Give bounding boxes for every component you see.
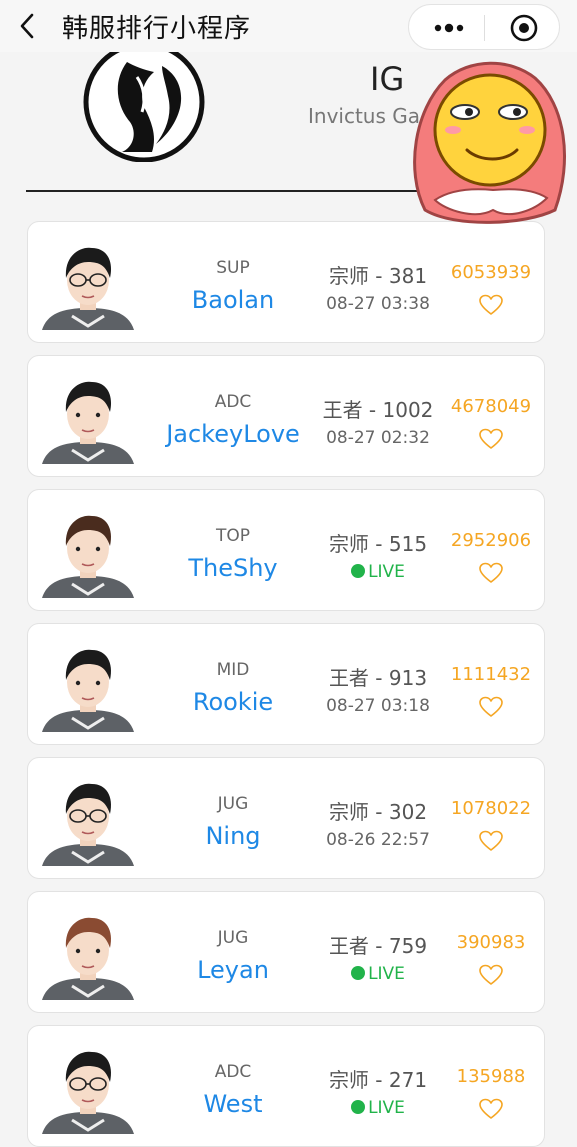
like-count: 1078022 <box>450 798 532 819</box>
player-avatar <box>42 917 134 1000</box>
heart-icon[interactable] <box>479 562 503 584</box>
player-rank: 宗师 - 381 <box>328 264 428 288</box>
last-played-time: 08-27 03:18 <box>326 696 430 716</box>
player-name[interactable]: Baolan <box>148 286 318 314</box>
player-rank: 王者 - 1002 <box>322 398 434 422</box>
player-card[interactable]: MID Rookie 王者 - 913 08-27 03:18 1111432 <box>27 623 545 745</box>
last-played-time: 08-26 22:57 <box>326 830 430 850</box>
heart-icon[interactable] <box>479 830 503 852</box>
player-rank: 王者 - 913 <box>328 666 428 690</box>
like-count: 135988 <box>456 1066 526 1087</box>
page-title: 韩服排行小程序 <box>62 14 252 44</box>
heart-icon[interactable] <box>479 428 503 450</box>
heart-icon[interactable] <box>479 1098 503 1120</box>
like-count: 6053939 <box>450 262 532 283</box>
player-card[interactable]: ADC West 宗师 - 271 LIVE 135988 <box>27 1025 545 1147</box>
live-status[interactable]: LIVE <box>313 562 443 582</box>
mini-program-capsule <box>408 4 560 50</box>
player-card[interactable]: JUG Leyan 王者 - 759 LIVE 390983 <box>27 891 545 1013</box>
heart-icon[interactable] <box>479 294 503 316</box>
capsule-divider <box>484 15 485 41</box>
heart-icon[interactable] <box>479 964 503 986</box>
player-rank: 宗师 - 515 <box>328 532 428 556</box>
last-played-time: 08-27 03:38 <box>326 294 430 314</box>
player-avatar <box>42 381 134 464</box>
emoji-sticker <box>413 61 566 224</box>
player-position: TOP <box>215 526 251 546</box>
live-dot-icon <box>351 1100 366 1114</box>
player-avatar <box>42 1051 134 1134</box>
like-count: 390983 <box>456 932 526 953</box>
heart-icon[interactable] <box>479 696 503 718</box>
player-card[interactable]: SUP Baolan 宗师 - 381 08-27 03:38 6053939 <box>27 221 545 343</box>
player-name[interactable]: Rookie <box>148 688 318 716</box>
player-avatar <box>42 783 134 866</box>
player-avatar <box>42 515 134 598</box>
player-card[interactable]: TOP TheShy 宗师 - 515 LIVE 2952906 <box>27 489 545 611</box>
player-card[interactable]: JUG Ning 宗师 - 302 08-26 22:57 1078022 <box>27 757 545 879</box>
live-status[interactable]: LIVE <box>313 964 443 984</box>
chevron-left-icon[interactable] <box>14 12 42 40</box>
player-position: JUG <box>217 794 249 814</box>
player-position: JUG <box>217 928 249 948</box>
player-avatar <box>42 649 134 732</box>
live-status[interactable]: LIVE <box>313 1098 443 1118</box>
player-name[interactable]: Leyan <box>148 956 318 984</box>
team-full-name: Invictus Ga <box>308 104 421 128</box>
top-bar: 韩服排行小程序 <box>0 0 577 52</box>
live-label: LIVE <box>368 964 405 984</box>
more-dots-icon[interactable] <box>429 15 469 41</box>
live-label: LIVE <box>368 1098 405 1118</box>
live-label: LIVE <box>368 562 405 582</box>
player-rank: 宗师 - 271 <box>328 1068 428 1092</box>
like-count: 1111432 <box>450 664 532 685</box>
last-played-time: 08-27 02:32 <box>326 428 430 448</box>
like-count: 4678049 <box>450 396 532 417</box>
player-position: MID <box>216 660 250 680</box>
player-avatar <box>42 247 134 330</box>
player-name[interactable]: West <box>148 1090 318 1118</box>
player-position: SUP <box>216 258 250 278</box>
live-dot-icon <box>351 966 366 980</box>
team-logo <box>83 52 205 162</box>
player-rank: 王者 - 759 <box>328 934 428 958</box>
player-position: ADC <box>214 1062 252 1082</box>
player-name[interactable]: TheShy <box>148 554 318 582</box>
live-dot-icon <box>351 564 366 578</box>
player-position: ADC <box>214 392 252 412</box>
player-card[interactable]: ADC JackeyLove 王者 - 1002 08-27 02:32 4678049 <box>27 355 545 477</box>
like-count: 2952906 <box>450 530 532 551</box>
player-name[interactable]: JackeyLove <box>148 420 318 448</box>
target-circle-icon[interactable] <box>509 13 539 43</box>
team-abbreviation: IG <box>370 60 405 98</box>
player-name[interactable]: Ning <box>148 822 318 850</box>
player-rank: 宗师 - 302 <box>328 800 428 824</box>
